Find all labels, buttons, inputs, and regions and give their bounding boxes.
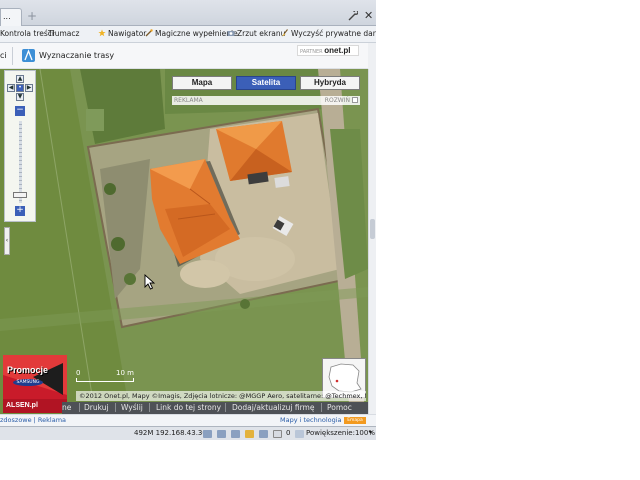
truncated-nav-item[interactable]: ci	[0, 51, 7, 60]
bookmark-label: Zrzut ekranu	[237, 29, 286, 38]
emapa-logo[interactable]: Emapa	[344, 417, 366, 424]
bookmark-label: Magiczne wypełnienie	[155, 29, 238, 38]
pan-right-button[interactable]: ▶	[25, 84, 33, 92]
map-link-fragment[interactable]: ne	[62, 403, 71, 412]
zoom-in-button[interactable]: +	[15, 206, 25, 216]
ad-strip: REKLAMA ROZWIŃ	[172, 96, 360, 105]
scale-distance-label: 10 m	[116, 369, 134, 377]
bookmarks-bar: Kontrola treści Tłumacz Nawigator Magicz…	[0, 26, 376, 43]
add-business-link[interactable]: Dodaj/aktualizuj firmę	[232, 403, 314, 412]
promo-title: Promocje	[7, 365, 49, 375]
expand-ad-toggle[interactable]: ROZWIŃ	[325, 96, 358, 105]
map-navigation-control: ▲ ◀ • ▶ ▼ − +	[4, 70, 36, 222]
status-bar: 492M 192.168.43.30 0 Powiększenie:100% ▾	[0, 426, 376, 440]
route-icon[interactable]	[22, 49, 35, 62]
folder-icon[interactable]	[245, 430, 254, 438]
send-link[interactable]: Wyślij	[121, 403, 143, 412]
close-window-button[interactable]: ✕	[364, 9, 373, 22]
scale-zero-label: 0	[76, 369, 81, 377]
divider	[321, 403, 322, 412]
help-link[interactable]: Pomoc	[327, 403, 352, 412]
share-link[interactable]: Link do tej strony	[156, 403, 221, 412]
partner-prefix: PARTNER	[300, 49, 323, 55]
bookmark-wyczysc[interactable]: Wyczyść prywatne dane...	[281, 29, 376, 38]
divider	[225, 403, 226, 412]
footer-credit[interactable]: Mapy i technologia	[280, 416, 342, 424]
checkbox-icon	[352, 97, 358, 103]
camera-icon	[227, 29, 235, 37]
pan-down-button[interactable]: ▼	[16, 93, 24, 101]
broom-icon	[281, 29, 289, 37]
promo-banner[interactable]: Promocje SAMSUNG ALSEN.pl	[3, 355, 67, 413]
status-memory-ip: 492M 192.168.43.30	[134, 429, 207, 437]
pan-left-button[interactable]: ◀	[7, 84, 15, 92]
scrollbar[interactable]	[368, 43, 376, 69]
samsung-logo: SAMSUNG	[13, 379, 43, 386]
map-type-hybryda-button[interactable]: Hybryda	[300, 76, 360, 90]
bookmark-label: Nawigator	[108, 29, 147, 38]
scrollbar-thumb[interactable]	[370, 219, 375, 239]
bookmark-magiczne[interactable]: Magiczne wypełnienie	[145, 29, 238, 38]
status-counter: 0	[286, 429, 291, 437]
zoom-slider-track[interactable]	[19, 121, 22, 203]
ad-label: REKLAMA	[174, 97, 203, 104]
sync-icon[interactable]	[217, 430, 226, 438]
zoom-slider-handle[interactable]	[13, 192, 27, 199]
map-type-satelita-button[interactable]: Satelita	[236, 76, 296, 90]
map-viewport[interactable]: Mapa Satelita Hybryda REKLAMA ROZWIŃ ▲ ◀…	[0, 69, 368, 414]
divider	[149, 403, 150, 412]
zoom-out-button[interactable]: −	[15, 106, 25, 116]
bookmark-kontrola-tresci[interactable]: Kontrola treści	[0, 29, 54, 38]
browser-window: ... + ✕ Kontrola treści Tłumacz Nawigato…	[0, 0, 376, 440]
bookmark-nawigator[interactable]: Nawigator	[98, 29, 146, 38]
tab-title: ...	[3, 12, 11, 21]
wrench-icon[interactable]	[348, 9, 359, 24]
divider	[12, 47, 13, 65]
bookmark-label: Wyczyść prywatne dane...	[291, 29, 376, 38]
zoom-icon[interactable]	[295, 430, 304, 438]
partner-logo[interactable]: PARTNER onet.pl	[297, 45, 359, 56]
bookmark-tlumacz[interactable]: Tłumacz	[48, 29, 79, 38]
map-type-mapa-button[interactable]: Mapa	[172, 76, 232, 90]
zoom-level-control[interactable]: Powiększenie:100%	[306, 429, 375, 437]
pan-up-button[interactable]: ▲	[16, 75, 24, 83]
tab-strip: ... + ✕	[0, 0, 376, 26]
page-icon[interactable]	[273, 430, 282, 438]
side-panel-toggle[interactable]: ‹	[4, 227, 10, 255]
mouse-cursor-icon	[144, 274, 156, 290]
page-footer: zdoszowe | Reklama Mapy i technologia Em…	[0, 414, 376, 426]
print-link[interactable]: Drukuj	[84, 403, 109, 412]
pan-center-button[interactable]: •	[16, 84, 24, 92]
map-copyright: ©2012 Onet.pl, Mapy ©Imagis, Zdjęcia lot…	[76, 391, 366, 401]
turbo-icon[interactable]	[259, 430, 268, 438]
bookmark-label: Kontrola treści	[0, 29, 54, 38]
expand-label: ROZWIŃ	[324, 97, 350, 104]
transfer-icon[interactable]	[231, 430, 240, 438]
bookmark-zrzut[interactable]: Zrzut ekranu	[227, 29, 285, 38]
new-tab-button[interactable]: +	[26, 10, 38, 23]
scale-line	[76, 378, 134, 382]
footer-links[interactable]: zdoszowe | Reklama	[0, 416, 66, 424]
vertical-scrollbar[interactable]	[368, 69, 376, 414]
tab-active[interactable]: ...	[0, 8, 22, 26]
speaker-icon[interactable]	[203, 430, 212, 438]
divider	[115, 403, 116, 412]
bookmark-label: Tłumacz	[48, 29, 80, 38]
divider	[79, 403, 80, 412]
page-header: ci Wyznaczanie trasy PARTNER onet.pl	[0, 43, 376, 69]
scale-bar: 0 10 m	[76, 369, 136, 383]
map-actions-bar: ne Drukuj Wyślij Link do tej strony Doda…	[62, 402, 368, 414]
chevron-down-icon[interactable]: ▾	[369, 429, 372, 436]
wand-icon	[145, 29, 153, 37]
star-icon	[98, 29, 106, 37]
route-planner-link[interactable]: Wyznaczanie trasy	[39, 51, 114, 60]
alsen-logo: ALSEN.pl	[6, 402, 38, 409]
partner-brand: onet.pl	[324, 46, 351, 55]
